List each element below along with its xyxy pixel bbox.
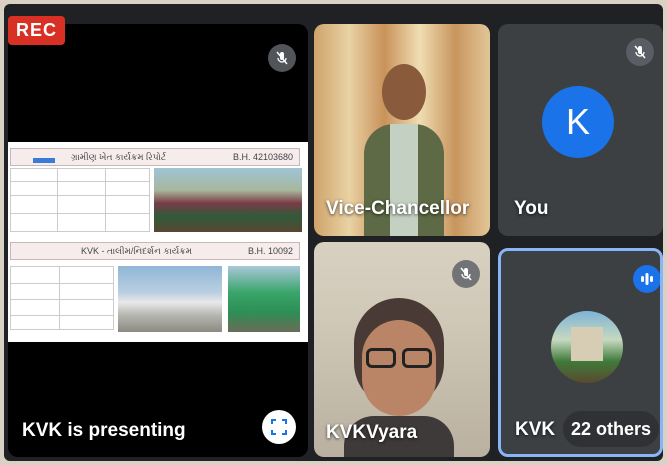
avatar: K [542, 86, 614, 158]
participant-name-kvk: KVK [515, 419, 556, 440]
participant-tile-you[interactable]: K You [498, 24, 663, 236]
participant-name-you: You [514, 198, 549, 219]
mic-off-icon [268, 44, 296, 72]
recording-badge: REC [8, 16, 66, 45]
avatar [551, 311, 623, 383]
others-count-chip[interactable]: 22 others [563, 411, 659, 447]
doc-header-1: ગ્રામીણ ખેત કાર્યક્રમ રિપોર્ટ B.H. 42103… [10, 148, 300, 166]
speaking-indicator-icon [633, 265, 660, 293]
doc-photo-crowd [154, 168, 302, 232]
fullscreen-icon[interactable] [262, 410, 296, 444]
doc-header-1-code: B.H. 42103680 [232, 152, 293, 162]
presentation-tile[interactable]: ગ્રામીણ ખેત કાર્યક્રમ રિપોર્ટ B.H. 42103… [8, 24, 308, 457]
doc-header-2: KVK - તાલીમ/નિદર્શન કાર્યક્રમ B.H. 10092 [10, 242, 300, 260]
doc-header-2-title: KVK - તાલીમ/નિદર્શન કાર્યક્રમ [81, 246, 192, 256]
doc-header-1-title: ગ્રામીણ ખેત કાર્યક્રમ રિપોર્ટ [71, 152, 167, 162]
mic-off-icon [626, 38, 654, 66]
participant-tile-kvkvyara[interactable]: KVKVyara [314, 242, 490, 457]
doc-table-2 [10, 266, 114, 330]
doc-table-1 [10, 168, 150, 232]
doc-blue-bar [33, 158, 55, 163]
others-count-label: 22 others [570, 418, 652, 439]
shared-document: ગ્રામીણ ખેત કાર્યક્રમ રિપોર્ટ B.H. 42103… [8, 142, 308, 342]
participant-tile-kvk-others[interactable]: KVK 22 others [498, 248, 663, 457]
meeting-grid: REC ગ્રામીણ ખેત કાર્યક્રમ રિપોર્ટ B.H. 4… [4, 4, 663, 461]
avatar-letter: K [565, 101, 590, 142]
participant-name-kvkvyara: KVKVyara [326, 422, 418, 443]
doc-header-2-code: B.H. 10092 [247, 246, 293, 256]
presenting-label: KVK is presenting [22, 420, 186, 441]
doc-photo-building [118, 266, 222, 332]
mic-off-icon [452, 260, 480, 288]
participant-tile-vice-chancellor[interactable]: Vice-Chancellor [314, 24, 490, 236]
participant-name-vc: Vice-Chancellor [326, 198, 470, 219]
doc-photo-greenhouse [228, 266, 300, 332]
